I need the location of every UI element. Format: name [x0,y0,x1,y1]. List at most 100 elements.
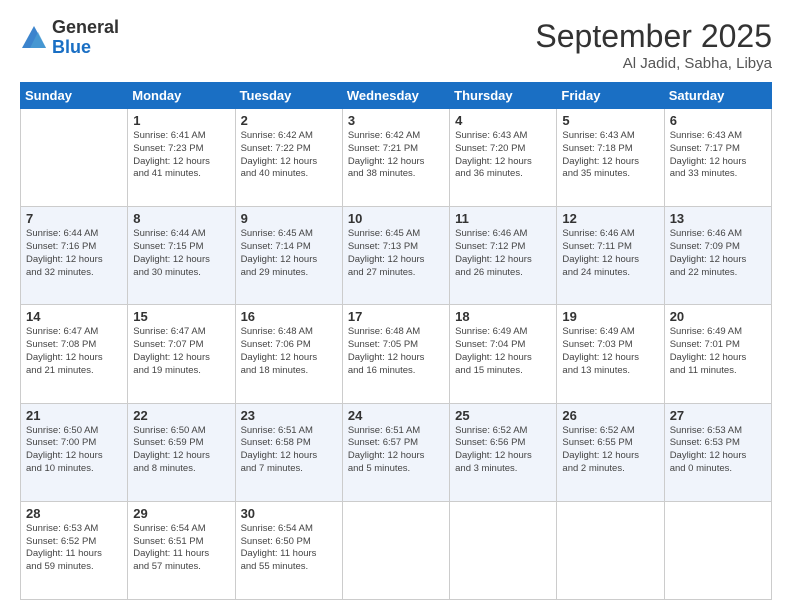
calendar-cell [21,109,128,207]
calendar-cell: 27 Sunrise: 6:53 AM Sunset: 6:53 PM Dayli… [664,403,771,501]
calendar-cell [664,501,771,599]
day-info: Sunrise: 6:44 AM Sunset: 7:16 PM Dayligh… [26,228,122,279]
calendar-cell: 12 Sunrise: 6:46 AM Sunset: 7:11 PM Dayli… [557,207,664,305]
calendar-cell: 24 Sunrise: 6:51 AM Sunset: 6:57 PM Dayli… [342,403,449,501]
day-header-sunday: Sunday [21,83,128,109]
day-info: Sunrise: 6:43 AM Sunset: 7:18 PM Dayligh… [562,130,658,181]
calendar-cell: 8 Sunrise: 6:44 AM Sunset: 7:15 PM Daylig… [128,207,235,305]
calendar-week-3: 14 Sunrise: 6:47 AM Sunset: 7:08 PM Dayli… [21,305,772,403]
day-info: Sunrise: 6:48 AM Sunset: 7:06 PM Dayligh… [241,326,337,377]
day-info: Sunrise: 6:42 AM Sunset: 7:21 PM Dayligh… [348,130,444,181]
calendar-cell: 29 Sunrise: 6:54 AM Sunset: 6:51 PM Dayli… [128,501,235,599]
day-info: Sunrise: 6:45 AM Sunset: 7:13 PM Dayligh… [348,228,444,279]
day-number: 27 [670,408,766,423]
day-number: 6 [670,113,766,128]
calendar-cell: 3 Sunrise: 6:42 AM Sunset: 7:21 PM Daylig… [342,109,449,207]
calendar-cell: 20 Sunrise: 6:49 AM Sunset: 7:01 PM Dayli… [664,305,771,403]
title-block: September 2025 Al Jadid, Sabha, Libya [535,18,772,72]
calendar-cell: 30 Sunrise: 6:54 AM Sunset: 6:50 PM Dayli… [235,501,342,599]
day-number: 5 [562,113,658,128]
calendar-cell: 26 Sunrise: 6:52 AM Sunset: 6:55 PM Dayli… [557,403,664,501]
calendar-week-4: 21Sunrise: 6:50 AM Sunset: 7:00 PM Dayli… [21,403,772,501]
day-number: 3 [348,113,444,128]
day-number: 15 [133,309,229,324]
calendar-cell: 5 Sunrise: 6:43 AM Sunset: 7:18 PM Daylig… [557,109,664,207]
calendar-table: SundayMondayTuesdayWednesdayThursdayFrid… [20,82,772,600]
day-number: 12 [562,211,658,226]
calendar-cell: 1 Sunrise: 6:41 AM Sunset: 7:23 PM Daylig… [128,109,235,207]
day-info: Sunrise: 6:49 AM Sunset: 7:03 PM Dayligh… [562,326,658,377]
day-number: 1 [133,113,229,128]
day-header-wednesday: Wednesday [342,83,449,109]
day-info: Sunrise: 6:45 AM Sunset: 7:14 PM Dayligh… [241,228,337,279]
day-number: 18 [455,309,551,324]
day-number: 25 [455,408,551,423]
calendar-week-5: 28Sunrise: 6:53 AM Sunset: 6:52 PM Dayli… [21,501,772,599]
day-header-saturday: Saturday [664,83,771,109]
month-title: September 2025 [535,18,772,55]
calendar-cell: 28Sunrise: 6:53 AM Sunset: 6:52 PM Dayli… [21,501,128,599]
day-info: Sunrise: 6:43 AM Sunset: 7:17 PM Dayligh… [670,130,766,181]
calendar-header-row: SundayMondayTuesdayWednesdayThursdayFrid… [21,83,772,109]
calendar-cell: 21Sunrise: 6:50 AM Sunset: 7:00 PM Dayli… [21,403,128,501]
day-header-friday: Friday [557,83,664,109]
day-info: Sunrise: 6:42 AM Sunset: 7:22 PM Dayligh… [241,130,337,181]
day-number: 13 [670,211,766,226]
day-info: Sunrise: 6:51 AM Sunset: 6:58 PM Dayligh… [241,425,337,476]
calendar-cell: 14 Sunrise: 6:47 AM Sunset: 7:08 PM Dayli… [21,305,128,403]
calendar-cell: 23 Sunrise: 6:51 AM Sunset: 6:58 PM Dayli… [235,403,342,501]
day-info: Sunrise: 6:49 AM Sunset: 7:01 PM Dayligh… [670,326,766,377]
day-info: Sunrise: 6:48 AM Sunset: 7:05 PM Dayligh… [348,326,444,377]
day-info: Sunrise: 6:43 AM Sunset: 7:20 PM Dayligh… [455,130,551,181]
calendar-cell: 13 Sunrise: 6:46 AM Sunset: 7:09 PM Dayli… [664,207,771,305]
day-info: Sunrise: 6:51 AM Sunset: 6:57 PM Dayligh… [348,425,444,476]
day-info: Sunrise: 6:54 AM Sunset: 6:51 PM Dayligh… [133,523,229,574]
day-info: Sunrise: 6:41 AM Sunset: 7:23 PM Dayligh… [133,130,229,181]
logo-icon [20,24,48,52]
day-number: 21 [26,408,122,423]
day-info: Sunrise: 6:54 AM Sunset: 6:50 PM Dayligh… [241,523,337,574]
day-number: 26 [562,408,658,423]
day-number: 10 [348,211,444,226]
day-info: Sunrise: 6:49 AM Sunset: 7:04 PM Dayligh… [455,326,551,377]
calendar-week-2: 7 Sunrise: 6:44 AM Sunset: 7:16 PM Daylig… [21,207,772,305]
day-number: 23 [241,408,337,423]
day-number: 9 [241,211,337,226]
day-number: 8 [133,211,229,226]
calendar-cell: 19 Sunrise: 6:49 AM Sunset: 7:03 PM Dayli… [557,305,664,403]
day-number: 22 [133,408,229,423]
day-number: 29 [133,506,229,521]
calendar-cell: 25Sunrise: 6:52 AM Sunset: 6:56 PM Dayli… [450,403,557,501]
day-number: 20 [670,309,766,324]
calendar-cell: 10 Sunrise: 6:45 AM Sunset: 7:13 PM Dayli… [342,207,449,305]
logo: General Blue [20,18,119,58]
day-number: 14 [26,309,122,324]
day-header-tuesday: Tuesday [235,83,342,109]
calendar-cell: 16 Sunrise: 6:48 AM Sunset: 7:06 PM Dayli… [235,305,342,403]
day-number: 11 [455,211,551,226]
calendar-cell [342,501,449,599]
day-info: Sunrise: 6:50 AM Sunset: 6:59 PM Dayligh… [133,425,229,476]
calendar-cell: 22 Sunrise: 6:50 AM Sunset: 6:59 PM Dayli… [128,403,235,501]
logo-text: General Blue [52,18,119,58]
day-info: Sunrise: 6:53 AM Sunset: 6:52 PM Dayligh… [26,523,122,574]
day-info: Sunrise: 6:46 AM Sunset: 7:09 PM Dayligh… [670,228,766,279]
logo-blue: Blue [52,38,119,58]
calendar-cell: 9 Sunrise: 6:45 AM Sunset: 7:14 PM Daylig… [235,207,342,305]
day-info: Sunrise: 6:44 AM Sunset: 7:15 PM Dayligh… [133,228,229,279]
calendar-cell: 17Sunrise: 6:48 AM Sunset: 7:05 PM Dayli… [342,305,449,403]
day-info: Sunrise: 6:52 AM Sunset: 6:55 PM Dayligh… [562,425,658,476]
day-info: Sunrise: 6:47 AM Sunset: 7:07 PM Dayligh… [133,326,229,377]
day-info: Sunrise: 6:46 AM Sunset: 7:12 PM Dayligh… [455,228,551,279]
day-number: 19 [562,309,658,324]
day-number: 24 [348,408,444,423]
day-number: 7 [26,211,122,226]
day-number: 30 [241,506,337,521]
calendar-cell: 6 Sunrise: 6:43 AM Sunset: 7:17 PM Daylig… [664,109,771,207]
day-info: Sunrise: 6:46 AM Sunset: 7:11 PM Dayligh… [562,228,658,279]
day-number: 2 [241,113,337,128]
day-number: 4 [455,113,551,128]
day-info: Sunrise: 6:47 AM Sunset: 7:08 PM Dayligh… [26,326,122,377]
day-info: Sunrise: 6:53 AM Sunset: 6:53 PM Dayligh… [670,425,766,476]
day-number: 16 [241,309,337,324]
